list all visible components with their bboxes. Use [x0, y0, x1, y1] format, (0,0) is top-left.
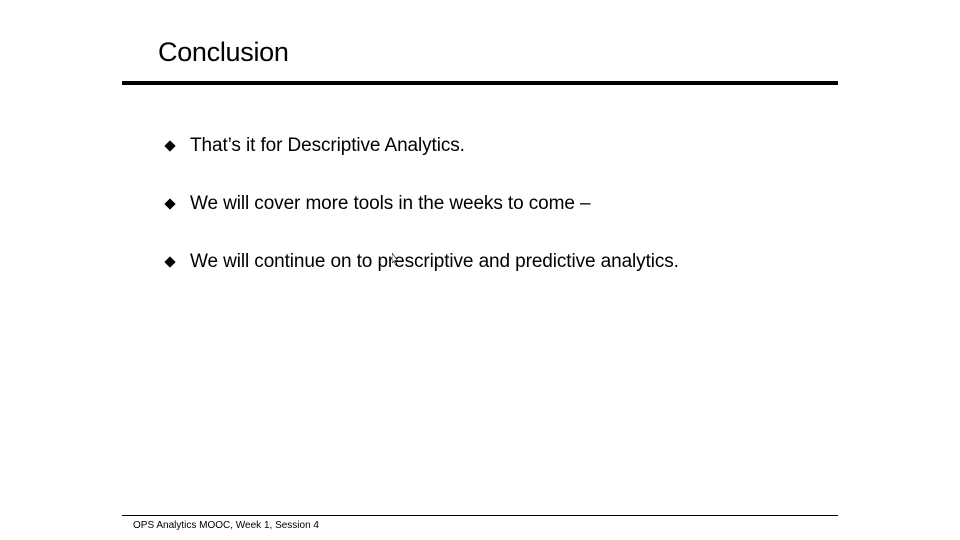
- title-divider: [122, 81, 838, 85]
- diamond-bullet-icon: [164, 198, 176, 210]
- mouse-cursor-icon: [392, 253, 398, 265]
- slide: Conclusion That’s it for Descriptive Ana…: [0, 0, 960, 540]
- bullet-text: That’s it for Descriptive Analytics.: [190, 135, 465, 156]
- bullet-text: We will continue on to prescriptive and …: [190, 251, 679, 272]
- bullet-text: We will cover more tools in the weeks to…: [190, 193, 591, 214]
- footer-divider: [122, 515, 838, 516]
- diamond-bullet-icon: [164, 140, 176, 152]
- diamond-bullet-icon: [164, 256, 176, 268]
- slide-title: Conclusion: [158, 37, 289, 67]
- slide-footer: OPS Analytics MOOC, Week 1, Session 4: [133, 520, 319, 531]
